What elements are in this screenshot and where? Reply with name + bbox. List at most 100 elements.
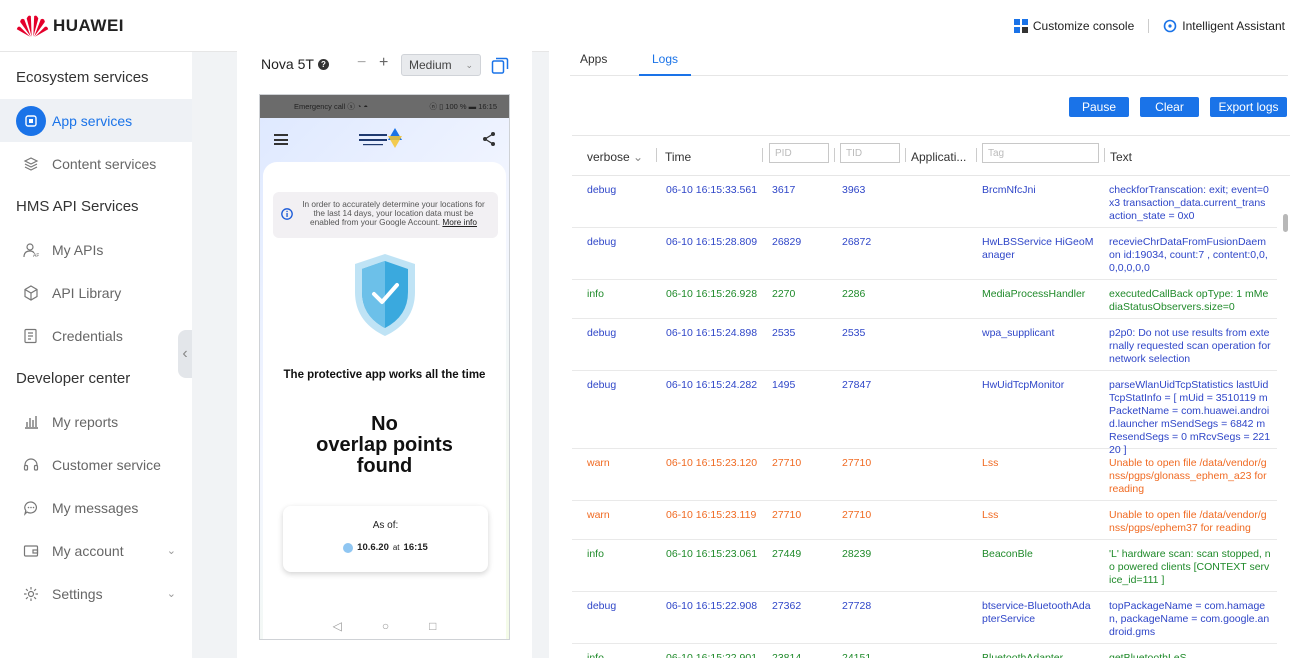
credentials-icon [22,327,40,345]
log-level-cell: info [587,288,604,300]
active-tab-indicator [639,74,691,76]
intelligent-assistant-label: Intelligent Assistant [1182,19,1285,33]
sidebar-item-my-account[interactable]: My account ⌄ [0,529,192,572]
zoom-out-button[interactable]: − [357,54,366,72]
huawei-flower-icon [16,15,49,37]
column-divider [834,148,835,162]
sidebar-item-my-reports[interactable]: My reports [0,400,192,443]
app-background: In order to accurately determine your lo… [260,118,509,639]
pause-button[interactable]: Pause [1069,97,1129,117]
tid-cell: 27710 [842,509,872,521]
screen-size-select[interactable]: Medium ⌄ [401,54,481,76]
tab-apps[interactable]: Apps [580,52,607,66]
pid-cell: 2535 [772,327,796,339]
help-icon[interactable]: ? [317,58,329,70]
tid-filter-input[interactable]: TID [840,143,900,163]
chevron-down-icon: ⌄ [633,150,644,164]
table-row[interactable]: info 06-10 16:15:23.061 27449 28239 BeaconBl… [572,540,1277,592]
time-cell: 06-10 16:15:26.928 [666,288,758,300]
location-info-text: In order to accurately determine your lo… [301,200,486,227]
column-divider [762,148,763,162]
table-row[interactable]: warn 06-10 16:15:23.119 27710 27710 Lss Unabl… [572,501,1277,540]
wallet-icon [22,542,40,560]
protection-status-text: The protective app works all the time [283,369,486,381]
customize-console-link[interactable]: Customize console [1013,19,1134,33]
column-divider [656,148,657,162]
sidebar-item-app-services[interactable]: App services [0,99,192,142]
table-row[interactable]: debug 06-10 16:15:22.908 27362 27728 btservi… [572,592,1277,644]
screen-size-value: Medium [409,58,452,72]
text-cell: p2p0: Do not use results from externally… [1109,327,1271,365]
export-logs-button[interactable]: Export logs [1210,97,1287,117]
tab-bar: Apps Logs [570,44,1288,76]
clear-button[interactable]: Clear [1140,97,1199,117]
pid-cell: 26829 [772,236,802,248]
phone-status-bar: Emergency call ⓢ ◔ ◓ ⓝ ▯ 100 % ▬ 16:15 [260,95,509,118]
header-divider [1148,19,1150,33]
scrollbar-thumb[interactable] [1283,214,1288,232]
table-row[interactable]: info 06-10 16:15:26.928 2270 2286 MediaProce… [572,280,1277,319]
bar-chart-icon [22,413,40,431]
app-services-icon [16,105,46,136]
log-level-cell: info [587,652,604,658]
table-row[interactable]: info 06-10 16:15:22.901 23814 24151 Bluetoot… [572,644,1277,658]
sidebar-item-label: My APIs [52,241,104,258]
table-row[interactable]: debug 06-10 16:15:24.898 2535 2535 wpa_suppl… [572,319,1277,371]
status-right: ⓝ ▯ 100 % ▬ 16:15 [429,102,498,111]
table-row[interactable]: debug 06-10 16:15:28.809 26829 26872 HwLBSSe… [572,228,1277,280]
time-cell: 06-10 16:15:24.282 [666,379,758,391]
sidebar-item-my-apis[interactable]: API My APIs [0,228,192,271]
sidebar-item-api-library[interactable]: API Library [0,271,192,314]
sidebar-item-my-messages[interactable]: My messages [0,486,192,529]
log-level-cell: debug [587,184,617,196]
tag-cell: HwUidTcpMonitor [982,379,1065,391]
table-row[interactable]: debug 06-10 16:15:33.561 3617 3963 BrcmNfcJn… [572,176,1277,228]
assistant-icon [1163,19,1177,33]
tag-cell: Lss [982,457,999,469]
menu-icon[interactable] [274,134,288,145]
grid-icon [1013,19,1028,33]
text-cell: getBluetoothLeS [1109,652,1187,658]
recents-icon[interactable]: □ [429,619,436,633]
text-cell: topPackageName = com.hamagen, packageNam… [1109,600,1270,638]
app-topbar [260,118,509,162]
ministry-logo-icon [359,128,402,148]
pid-filter-input[interactable]: PID [769,143,829,163]
intelligent-assistant-link[interactable]: Intelligent Assistant [1163,19,1285,33]
more-info-link[interactable]: More info [442,217,477,227]
sidebar-item-credentials[interactable]: Credentials [0,314,192,357]
tab-logs[interactable]: Logs [652,52,678,66]
device-name: Nova 5T ? [261,56,329,72]
phone-screen[interactable]: Emergency call ⓢ ◔ ◓ ⓝ ▯ 100 % ▬ 16:15 I… [259,94,510,640]
text-cell: executedCallBack opType: 1 mMediaStatusO… [1109,288,1269,313]
sidebar-collapse-handle[interactable]: ‹ [178,330,192,378]
pid-cell: 27362 [772,600,802,612]
tag-cell: btservice-BluetoothAdapterService [982,600,1091,625]
device-panel: Nova 5T ? − + Medium ⌄ Emergency call ⓢ … [237,44,532,658]
screenshot-icon[interactable] [491,57,509,75]
share-icon[interactable] [481,131,497,147]
back-icon[interactable]: ◁ [333,619,342,633]
zoom-in-button[interactable]: + [379,54,388,72]
pid-cell: 2270 [772,288,796,300]
as-of-at: at [392,543,400,552]
sidebar-item-label: App services [52,112,133,129]
log-level-select[interactable]: verbose ⌄ [587,150,643,164]
chevron-down-icon: ⌄ [166,588,176,600]
table-row[interactable]: debug 06-10 16:15:24.282 1495 27847 HwUidTcp… [572,371,1277,456]
huawei-logo[interactable]: HUAWEI [16,13,124,39]
sidebar-item-content-services[interactable]: Content services [0,142,192,185]
sidebar: Ecosystem services App services Content … [0,52,192,658]
sidebar-item-settings[interactable]: Settings ⌄ [0,572,192,615]
sidebar-item-label: My reports [52,413,119,430]
scrollbar[interactable] [1283,177,1288,657]
sidebar-item-customer-service[interactable]: Customer service [0,443,192,486]
tag-cell: BluetoothAdapter [982,652,1064,658]
table-row[interactable]: warn 06-10 16:15:23.120 27710 27710 Lss Unabl… [572,449,1277,501]
tag-filter-input[interactable]: Tag [982,143,1099,163]
column-divider [1104,148,1105,162]
layers-icon [22,155,40,173]
pid-cell: 27449 [772,548,802,560]
time-cell: 06-10 16:15:24.898 [666,327,758,339]
home-icon[interactable]: ○ [382,619,389,633]
